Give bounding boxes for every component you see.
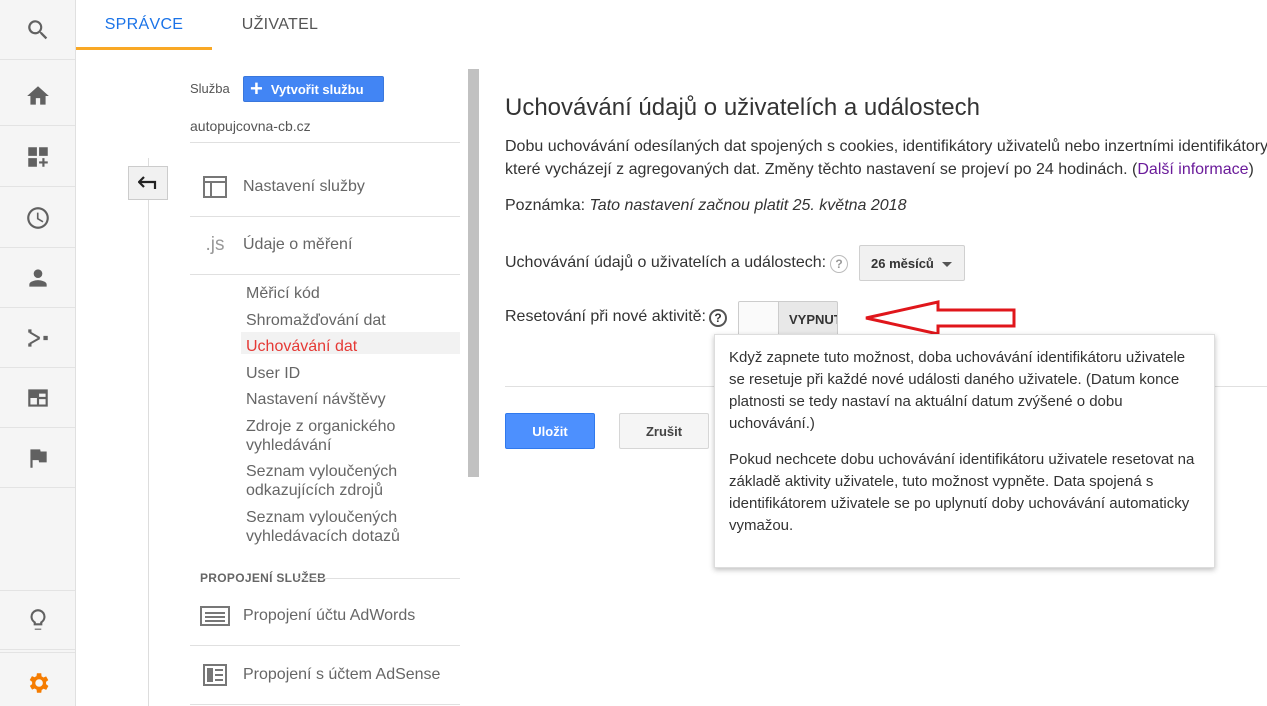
nav-referral-line2: odkazujících zdrojů [246, 482, 383, 499]
rail-search[interactable] [0, 0, 75, 60]
reset-on-activity-toggle[interactable]: VYPNUTO [738, 301, 838, 337]
property-selector[interactable]: autopujcovna-cb.cz [190, 118, 311, 134]
browser-icon [27, 388, 48, 407]
nav-adsense-linking[interactable]: Propojení s účtem AdSense [190, 646, 460, 704]
nav-data-retention[interactable]: Uchovávání dat [246, 337, 357, 356]
nav-adwords-linking[interactable]: Propojení účtu AdWords [190, 587, 460, 645]
nav-property-settings-label: Nastavení služby [243, 178, 365, 195]
tab-user[interactable]: UŽIVATEL [212, 0, 348, 50]
tooltip-paragraph-1: Když zapnete tuto možnost, doba uchovává… [729, 349, 1186, 432]
back-arrow-icon [138, 176, 157, 189]
rail-customization[interactable] [0, 127, 75, 187]
rail-discover[interactable] [0, 590, 75, 650]
rail-realtime[interactable] [0, 188, 75, 248]
flag-icon [29, 448, 47, 468]
nav-adwords-label: Propojení účtu AdWords [243, 607, 416, 624]
annotation-arrow-icon [865, 300, 1016, 336]
divider [296, 578, 460, 579]
divider [190, 274, 460, 275]
divider [190, 142, 460, 143]
left-rail [0, 0, 76, 706]
clock-icon [26, 206, 49, 229]
rail-admin[interactable] [0, 652, 75, 706]
tooltip-paragraph-2: Pokud nechcete dobu uchovávání identifik… [729, 451, 1195, 534]
person-icon [28, 268, 47, 287]
note-label: Poznámka: [505, 197, 586, 214]
page-description: Dobu uchovávání odesílaných dat spojenýc… [505, 135, 1267, 181]
reset-help-tooltip: Když zapnete tuto možnost, doba uchovává… [714, 334, 1215, 568]
nav-scrollbar[interactable] [468, 69, 479, 477]
reset-on-activity-label: Resetování při nové aktivitě: [505, 308, 706, 325]
adwords-icon [190, 606, 240, 626]
top-tabs: SPRÁVCE UŽIVATEL [76, 0, 1267, 50]
description-line1: Dobu uchovávání odesílaných dat spojenýc… [505, 138, 1267, 155]
nav-tracking-info[interactable]: .js Údaje o měření [190, 216, 460, 274]
share-icon [27, 328, 48, 347]
nav-organic-line1: Zdroje z organického [246, 418, 396, 435]
description-line2: které vycházejí z agregovaných dat. Změn… [505, 161, 1254, 178]
rail-home[interactable] [0, 66, 75, 126]
retention-help-icon[interactable]: ? [830, 255, 848, 273]
save-button[interactable]: Uložit [505, 413, 595, 449]
collapse-button[interactable] [128, 166, 168, 200]
nav-organic-line2: vyhledávání [246, 437, 332, 454]
nav-search-term-line1: Seznam vyloučených [246, 509, 398, 526]
lightbulb-icon [29, 609, 46, 630]
create-service-button[interactable]: + Vytvořit službu [243, 76, 384, 102]
nav-session-settings[interactable]: Nastavení návštěvy [246, 390, 386, 409]
plus-icon: + [250, 76, 263, 101]
nav-tracking-info-label: Údaje o měření [243, 236, 353, 253]
create-service-label: Vytvořit službu [270, 81, 364, 97]
learn-more-link[interactable]: Další informace [1137, 161, 1248, 178]
toggle-state-label: VYPNUTO [789, 312, 837, 327]
retention-label: Uchovávání údajů o uživatelích a událost… [505, 254, 827, 271]
nav-connector-line [148, 158, 149, 706]
nav-data-collection[interactable]: Shromažďování dat [246, 311, 386, 330]
retention-period-value: 26 měsíců [871, 255, 934, 271]
active-tab-indicator [76, 47, 212, 50]
window-icon [190, 176, 240, 198]
nav-search-term-line2: vyhledávacích dotazů [246, 528, 400, 545]
chevron-down-icon [942, 262, 952, 267]
toggle-knob [739, 302, 779, 336]
rail-audience[interactable] [0, 248, 75, 308]
home-icon [26, 85, 49, 105]
nav-referral-line1: Seznam vyloučených [246, 463, 398, 480]
dashboard-add-icon [27, 146, 48, 167]
cancel-button[interactable]: Zrušit [619, 413, 709, 449]
reset-help-icon[interactable]: ? [709, 309, 727, 327]
retention-period-select[interactable]: 26 měsíců [859, 245, 965, 281]
rail-behavior[interactable] [0, 368, 75, 428]
nav-referral-exclusion[interactable]: Seznam vyloučených odkazujících zdrojů [246, 462, 397, 500]
nav-property-settings[interactable]: Nastavení služby [190, 158, 460, 216]
rail-acquisition[interactable] [0, 308, 75, 368]
nav-search-term-exclusion[interactable]: Seznam vyloučených vyhledávacích dotazů [246, 508, 400, 546]
rail-conversions[interactable] [0, 428, 75, 488]
tab-admin[interactable]: SPRÁVCE [76, 0, 212, 50]
divider [190, 704, 460, 705]
nav-tracking-code[interactable]: Měřicí kód [246, 284, 320, 303]
service-label: Služba [190, 81, 230, 96]
nav-adsense-label: Propojení s účtem AdSense [243, 666, 441, 683]
note-text: Tato nastavení začnou platit 25. května … [589, 197, 907, 214]
nav-organic-search-sources[interactable]: Zdroje z organického vyhledávání [246, 417, 395, 455]
page-title: Uchovávání údajů o uživatelích a událost… [505, 94, 980, 121]
search-icon [27, 19, 47, 39]
js-icon: .js [205, 234, 225, 255]
gear-icon [29, 672, 48, 693]
nav-user-id[interactable]: User ID [246, 364, 300, 383]
note: Poznámka: Tato nastavení začnou platit 2… [505, 197, 906, 215]
adsense-icon [190, 664, 240, 686]
